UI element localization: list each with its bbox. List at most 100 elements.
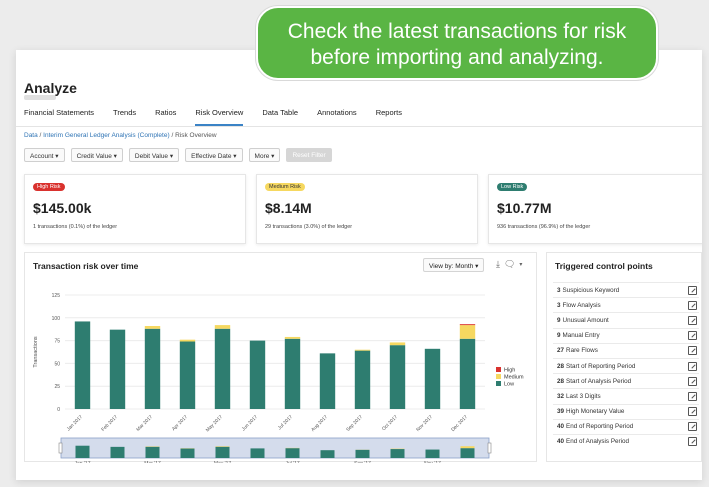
open-external-icon[interactable] <box>688 331 697 341</box>
account-filter-button[interactable]: Account ▾ <box>24 148 65 162</box>
bar-medium <box>354 349 371 351</box>
tab-bar: Financial Statements Trends Ratios Risk … <box>24 108 421 126</box>
bar-low <box>214 328 231 409</box>
control-points-title: Triggered control points <box>555 261 653 271</box>
debit-value-filter-button[interactable]: Debit Value ▾ <box>128 148 180 162</box>
tab-financial-statements[interactable]: Financial Statements <box>24 108 94 126</box>
callout-line-2: before importing and analyzing. <box>310 46 604 69</box>
risk-summary-cards: High Risk $145.00k 1 transactions (0.1%)… <box>24 174 702 244</box>
control-point-row[interactable]: 40 End of Analysis Period <box>553 433 699 449</box>
control-point-count: 28 <box>557 362 565 370</box>
open-external-icon[interactable] <box>688 315 697 325</box>
navigator-bar <box>460 448 475 458</box>
more-filters-button[interactable]: More ▾ <box>248 148 281 162</box>
medium-risk-summary: 29 transactions (3.0%) of the ledger <box>265 224 353 230</box>
chart-actions: ⤓ 🗨 ▾ <box>496 259 522 270</box>
high-risk-amount: $145.00k <box>33 200 92 216</box>
navigator-bar <box>215 446 230 458</box>
view-by-dropdown[interactable]: View by: Month ▾ <box>423 258 485 272</box>
control-point-row[interactable]: 39 High Monetary Value <box>553 403 699 419</box>
x-tick-label: Apr 2017 <box>171 414 189 432</box>
navigator-bar <box>390 449 405 458</box>
bar-low <box>179 341 196 409</box>
low-risk-card[interactable]: Low Risk $10.77M 936 transactions (96.9%… <box>488 174 702 244</box>
medium-risk-card[interactable]: Medium Risk $8.14M 29 transactions (3.0%… <box>256 174 478 244</box>
open-external-icon[interactable] <box>688 300 697 310</box>
control-point-count: 39 <box>557 408 565 416</box>
tab-ratios[interactable]: Ratios <box>155 108 176 126</box>
bar-high <box>459 324 476 326</box>
control-point-text: 39 High Monetary Value <box>557 408 624 415</box>
tab-risk-overview[interactable]: Risk Overview <box>195 108 244 126</box>
tab-reports[interactable]: Reports <box>376 108 402 126</box>
breadcrumb-analysis-link[interactable]: Interim General Ledger Analysis (Complet… <box>43 132 169 139</box>
navigator-left-handle <box>58 442 63 454</box>
open-external-icon[interactable] <box>688 376 697 386</box>
navigator-label: Nov '17 <box>424 461 441 463</box>
bar-medium <box>144 326 161 329</box>
filter-bar: Account ▾ Credit Value ▾ Debit Value ▾ E… <box>24 148 332 162</box>
effective-date-filter-button[interactable]: Effective Date ▾ <box>185 148 243 162</box>
navigator-label: Mar '17 <box>144 461 161 463</box>
x-tick-label: Sep 2017 <box>345 414 364 433</box>
control-point-label: Unusual Amount <box>562 316 609 324</box>
control-point-row[interactable]: 28 Start of Analysis Period <box>553 373 699 388</box>
tab-trends[interactable]: Trends <box>113 108 136 126</box>
chart-title: Transaction risk over time <box>33 261 139 271</box>
legend-label-medium: Medium <box>504 375 524 381</box>
control-point-row[interactable]: 3 Flow Analysis <box>553 297 699 312</box>
navigator-label: Jul '17 <box>285 461 300 463</box>
navigator-bar <box>460 446 475 449</box>
control-point-row[interactable]: 27 Rare Flows <box>553 342 699 358</box>
credit-value-filter-button[interactable]: Credit Value ▾ <box>70 148 123 162</box>
open-external-icon[interactable] <box>688 285 697 295</box>
high-risk-card[interactable]: High Risk $145.00k 1 transactions (0.1%)… <box>24 174 246 244</box>
control-point-label: Flow Analysis <box>562 301 601 309</box>
open-external-icon[interactable] <box>688 361 697 371</box>
control-point-row[interactable]: 40 End of Reporting Period <box>553 418 699 434</box>
open-external-icon[interactable] <box>688 346 697 356</box>
tab-data-table[interactable]: Data Table <box>262 108 298 126</box>
app-window: Analyze Financial Statements Trends Rati… <box>16 50 702 480</box>
breadcrumb-data-link[interactable]: Data <box>24 132 38 139</box>
reset-filter-button[interactable]: Reset Filter <box>286 148 332 162</box>
open-external-icon[interactable] <box>688 437 697 447</box>
navigator-bar <box>425 449 440 458</box>
navigator-bar <box>75 445 90 458</box>
control-point-text: 3 Suspicious Keyword <box>557 287 619 294</box>
control-point-row[interactable]: 28 Start of Reporting Period <box>553 357 699 373</box>
y-tick-label: 25 <box>54 384 60 390</box>
control-point-count: 9 <box>557 316 561 324</box>
x-tick-label: Oct 2017 <box>381 414 399 432</box>
navigator-bar <box>180 448 195 458</box>
navigator-bar <box>110 446 125 458</box>
x-tick-label: Jan 2017 <box>66 414 84 432</box>
control-point-row[interactable]: 32 Last 3 Digits <box>553 388 699 403</box>
control-point-count: 40 <box>557 423 565 431</box>
control-point-row[interactable]: 9 Manual Entry <box>553 327 699 343</box>
tab-annotations[interactable]: Annotations <box>317 108 357 126</box>
low-risk-summary: 936 transactions (96.9%) of the ledger <box>497 224 591 230</box>
control-point-label: Last 3 Digits <box>566 392 601 400</box>
callout-banner: Check the latest transactions for risk b… <box>256 6 658 80</box>
bar-low <box>144 328 161 409</box>
x-tick-label: Nov 2017 <box>415 414 434 433</box>
bar-low <box>319 353 336 409</box>
download-icon[interactable]: ⤓ <box>496 259 500 270</box>
control-point-count: 9 <box>557 332 561 340</box>
comment-icon[interactable]: 🗨 <box>504 259 515 270</box>
bar-low <box>354 350 371 409</box>
chevron-down-icon[interactable]: ▾ <box>519 259 522 270</box>
open-external-icon[interactable] <box>688 422 697 432</box>
open-external-icon[interactable] <box>688 407 697 417</box>
breadcrumb-separator: / <box>171 132 174 139</box>
control-point-label: Start of Analysis Period <box>566 377 632 385</box>
control-point-text: 3 Flow Analysis <box>557 302 601 309</box>
legend-swatch-low <box>496 381 501 386</box>
control-point-row[interactable]: 3 Suspicious Keyword <box>553 282 699 297</box>
control-point-count: 27 <box>557 347 565 355</box>
x-tick-label: Jun 2017 <box>241 414 259 432</box>
control-point-text: 32 Last 3 Digits <box>557 393 601 400</box>
control-point-row[interactable]: 9 Unusual Amount <box>553 312 699 327</box>
open-external-icon[interactable] <box>688 391 697 401</box>
